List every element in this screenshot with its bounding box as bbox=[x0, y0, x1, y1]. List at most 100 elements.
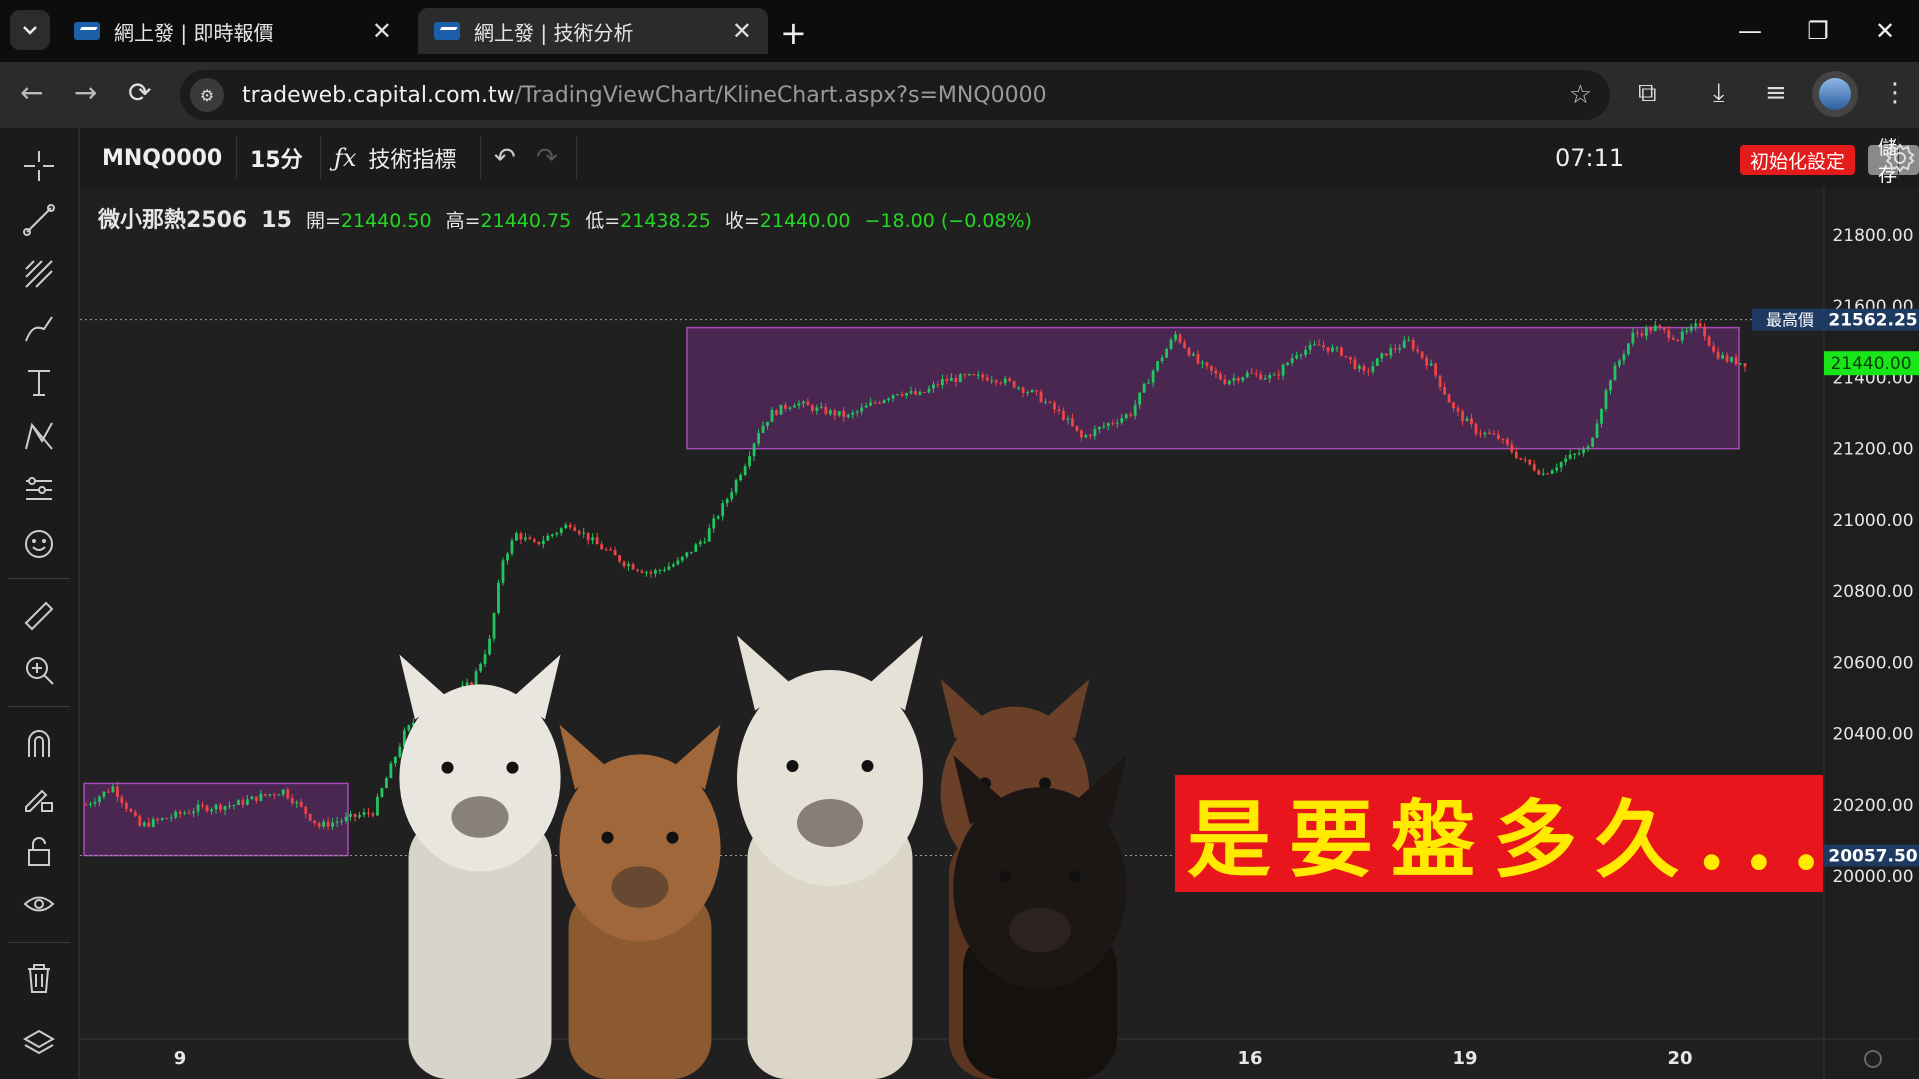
candle-body bbox=[1483, 432, 1487, 435]
new-tab-button[interactable]: + bbox=[780, 14, 807, 52]
low-label: 低= bbox=[585, 210, 621, 232]
candle-body bbox=[1609, 380, 1612, 391]
candle-body bbox=[1528, 459, 1532, 465]
lock-drawings-tool[interactable] bbox=[0, 828, 78, 876]
hide-drawings-tool[interactable] bbox=[0, 882, 78, 930]
address-bar[interactable]: ⚙ tradeweb.capital.com.tw/TradingViewCha… bbox=[180, 70, 1610, 120]
settings-button[interactable] bbox=[1884, 128, 1916, 188]
candle-body bbox=[779, 404, 783, 415]
candle-body bbox=[927, 388, 931, 393]
candle-body bbox=[89, 803, 92, 805]
restore-button[interactable]: ❐ bbox=[1784, 0, 1852, 62]
candle-body bbox=[1214, 370, 1218, 374]
extensions-icon[interactable]: ⧉ bbox=[1638, 78, 1657, 109]
menu-kebab-icon[interactable]: ⋮ bbox=[1882, 78, 1908, 108]
media-control-icon[interactable]: ≡ bbox=[1765, 78, 1787, 108]
candle-body bbox=[1205, 362, 1209, 366]
candle-body bbox=[281, 789, 285, 795]
undo-button[interactable]: ↶ bbox=[494, 128, 516, 188]
candle-body bbox=[210, 809, 213, 812]
reset-settings-button[interactable]: 初始化設定 bbox=[1740, 145, 1856, 175]
candle-body bbox=[263, 793, 267, 796]
candle-body bbox=[802, 401, 805, 404]
candle-body bbox=[385, 778, 388, 789]
close-window-button[interactable]: ✕ bbox=[1851, 0, 1919, 62]
candle-body bbox=[1147, 382, 1151, 384]
candle-body bbox=[133, 811, 137, 816]
tab-search-button[interactable] bbox=[10, 10, 50, 50]
browser-tab-quotes[interactable]: 網上發 | 即時報價 ✕ bbox=[58, 8, 408, 54]
minimize-button[interactable]: — bbox=[1716, 0, 1784, 62]
candle-body bbox=[640, 570, 644, 573]
candle-body bbox=[1550, 470, 1554, 474]
site-info-icon[interactable]: ⚙ bbox=[190, 78, 224, 112]
candle-body bbox=[967, 374, 971, 376]
candle-body bbox=[497, 582, 500, 613]
remove-drawings-tool[interactable] bbox=[0, 954, 78, 1002]
zoom-tool[interactable] bbox=[0, 646, 78, 694]
candle-body bbox=[1564, 458, 1568, 463]
candle-body bbox=[174, 811, 178, 818]
candle-body bbox=[1286, 362, 1290, 365]
interval-selector[interactable]: 15分 bbox=[250, 128, 303, 188]
alpaca-eye bbox=[601, 831, 614, 844]
alpaca-nose bbox=[611, 866, 669, 908]
candle-body bbox=[748, 456, 751, 467]
symbol-search[interactable]: MNQ0000 bbox=[102, 128, 222, 188]
forward-button[interactable]: → bbox=[74, 76, 97, 109]
back-button[interactable]: ← bbox=[20, 76, 43, 109]
candle-body bbox=[1389, 348, 1393, 356]
indicators-button[interactable]: ƒx 技術指標 bbox=[334, 128, 456, 188]
stay-drawing-tool[interactable] bbox=[0, 774, 78, 822]
text-icon bbox=[28, 370, 50, 396]
measure-tool[interactable] bbox=[0, 592, 78, 640]
candle-body bbox=[819, 406, 823, 408]
download-icon[interactable]: ⤓ bbox=[1713, 78, 1725, 109]
icon-tool[interactable] bbox=[0, 520, 78, 568]
trend-line-tool[interactable] bbox=[0, 196, 78, 244]
redo-button[interactable]: ↷ bbox=[536, 128, 558, 188]
candle-body bbox=[1340, 347, 1343, 356]
prediction-tool[interactable] bbox=[0, 466, 78, 514]
chart-area[interactable]: 21800.00 21600.00 21400.00 21200.00 21000.00… bbox=[80, 188, 1919, 1079]
candle-body bbox=[223, 806, 227, 810]
alpaca-eye bbox=[786, 760, 799, 772]
candle-body bbox=[1304, 349, 1307, 355]
candle-body bbox=[658, 570, 662, 572]
candle-body bbox=[1048, 401, 1052, 403]
candle-body bbox=[1192, 353, 1195, 356]
candle-body bbox=[1254, 373, 1258, 375]
avatar-image bbox=[1819, 78, 1851, 110]
candle-body bbox=[1142, 383, 1146, 393]
candle-body bbox=[1505, 439, 1509, 445]
brush-tool[interactable] bbox=[0, 304, 78, 352]
candle-body bbox=[1613, 365, 1617, 381]
profile-avatar[interactable] bbox=[1812, 71, 1858, 117]
candle-body bbox=[367, 812, 370, 814]
text-tool[interactable] bbox=[0, 358, 78, 406]
candle-body bbox=[1317, 344, 1321, 346]
magnet-tool[interactable] bbox=[0, 720, 78, 768]
candle-body bbox=[192, 811, 196, 814]
object-tree-tool[interactable] bbox=[0, 1020, 78, 1068]
candle-body bbox=[1026, 392, 1029, 394]
price-chart[interactable]: 21800.0021600.0021400.0021200.0021000.00… bbox=[80, 188, 1919, 1079]
crosshair-tool[interactable] bbox=[0, 142, 78, 190]
close-tab-icon[interactable]: ✕ bbox=[372, 17, 392, 45]
reload-button[interactable]: ⟳ bbox=[128, 76, 151, 109]
candle-body bbox=[1685, 330, 1689, 332]
fib-tool[interactable] bbox=[0, 250, 78, 298]
drawing-toolbar bbox=[0, 128, 80, 1079]
candle-body bbox=[1057, 409, 1061, 411]
close-value: 21440.00 bbox=[759, 210, 851, 232]
candle-body bbox=[1039, 391, 1043, 403]
close-tab-icon[interactable]: ✕ bbox=[732, 17, 752, 45]
browser-tab-chart[interactable]: 網上發 | 技術分析 ✕ bbox=[418, 8, 768, 54]
candle-body bbox=[837, 411, 841, 416]
bookmark-star-icon[interactable]: ☆ bbox=[1569, 80, 1592, 110]
candle-body bbox=[1357, 365, 1361, 369]
candle-body bbox=[1071, 418, 1074, 426]
alpaca-eye bbox=[441, 761, 454, 774]
candle-body bbox=[550, 534, 554, 536]
pattern-tool[interactable] bbox=[0, 412, 78, 460]
